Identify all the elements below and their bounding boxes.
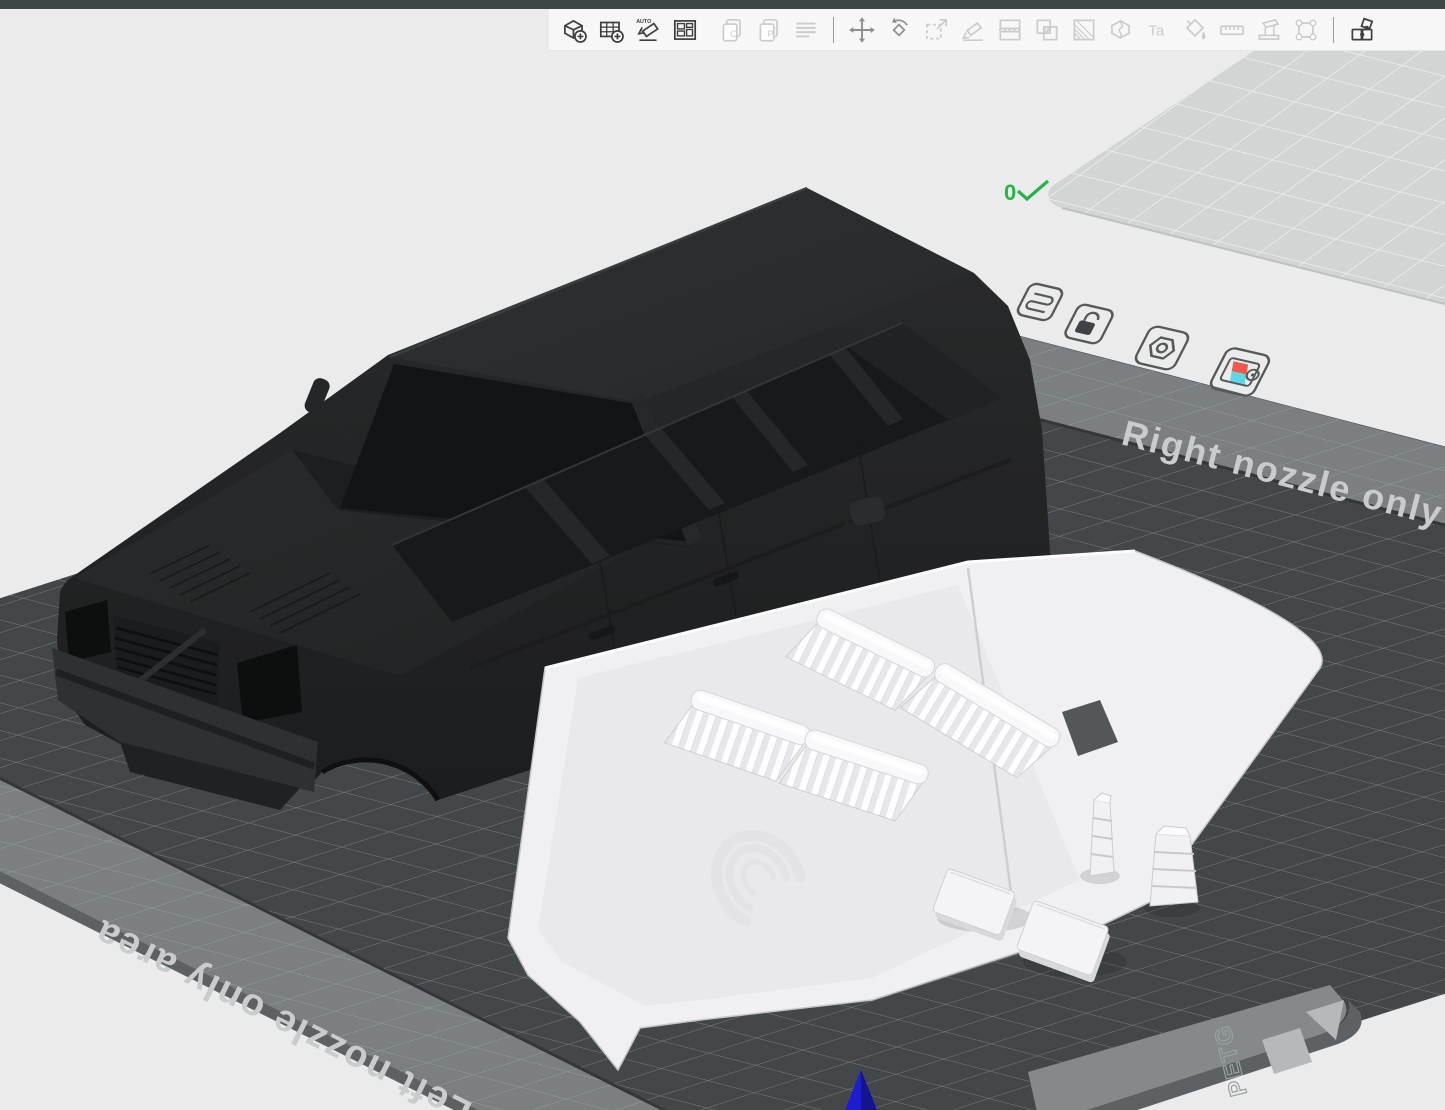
support-paint-tool-icon[interactable]: [1254, 15, 1284, 45]
plate-badge-number: 0: [1004, 180, 1016, 205]
auto-orient-icon[interactable]: AUTO: [633, 15, 663, 45]
main-toolbar: AUTO O P Ta: [549, 9, 1445, 51]
rotate-tool-icon[interactable]: [884, 15, 914, 45]
split-objects-tool-icon[interactable]: [995, 15, 1025, 45]
text-tool-icon[interactable]: Ta: [1143, 15, 1173, 45]
combine-tool-icon[interactable]: [1032, 15, 1062, 45]
add-model-icon[interactable]: [559, 15, 589, 45]
add-plate-icon[interactable]: [596, 15, 626, 45]
plate-status-badge: 0: [1004, 180, 1048, 205]
plate-settings-icon[interactable]: [1133, 325, 1191, 371]
move-tool-icon[interactable]: [847, 15, 877, 45]
copy-object-icon[interactable]: O: [717, 15, 747, 45]
plate-label-icon[interactable]: [1015, 283, 1064, 322]
scale-tool-icon[interactable]: [921, 15, 951, 45]
text-tool-label: Ta: [1148, 22, 1165, 39]
plate-filament-map-icon[interactable]: [1208, 347, 1271, 397]
toolbar-separator: [833, 17, 834, 43]
auto-orient-label: AUTO: [636, 19, 651, 25]
check-icon: [1018, 181, 1048, 199]
object-list-icon[interactable]: [791, 15, 821, 45]
scene-canvas: Left nozzle only area Right nozzle only …: [0, 0, 1445, 1110]
assembly-view-icon[interactable]: [1347, 15, 1377, 45]
paste-object-icon[interactable]: P: [754, 15, 784, 45]
measure-tool-icon[interactable]: [1217, 15, 1247, 45]
window-top-strip: [0, 0, 1445, 9]
lay-flat-tool-icon[interactable]: [958, 15, 988, 45]
post-part-1[interactable]: [1090, 793, 1114, 876]
arrange-all-icon[interactable]: [670, 15, 700, 45]
fill-plate-tool-icon[interactable]: [1069, 15, 1099, 45]
color-paint-tool-icon[interactable]: [1180, 15, 1210, 45]
toolbar-separator: [1333, 17, 1334, 43]
cut-tool-icon[interactable]: [1106, 15, 1136, 45]
copy-object-label: O: [730, 28, 738, 39]
slicer-3d-viewport[interactable]: Left nozzle only area Right nozzle only …: [0, 0, 1445, 1110]
seam-tool-icon[interactable]: [1291, 15, 1321, 45]
paste-object-label: P: [767, 28, 773, 39]
plate-lock-icon[interactable]: [1063, 303, 1115, 344]
